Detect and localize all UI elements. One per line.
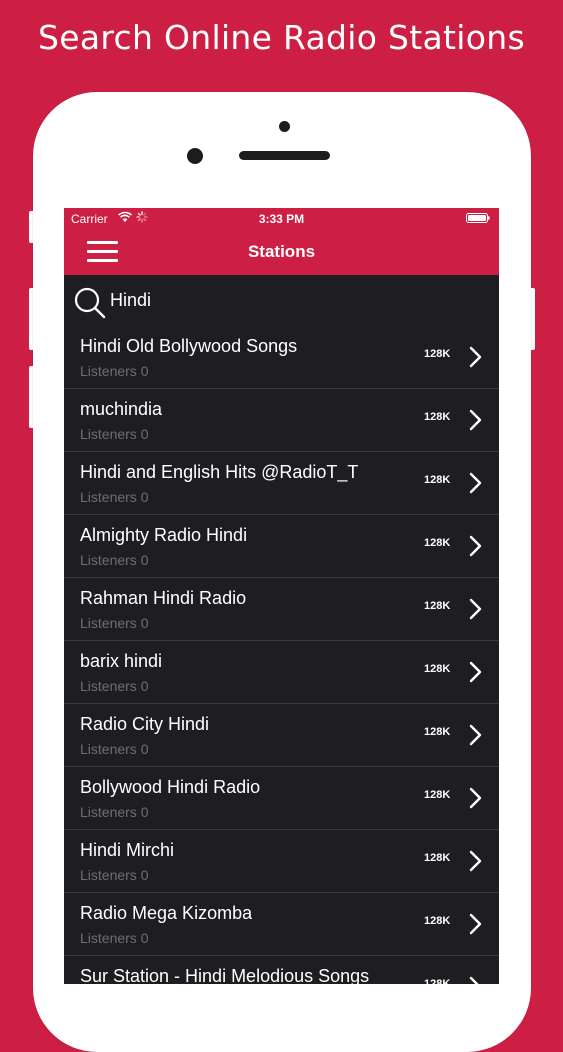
search-bar — [64, 275, 499, 326]
station-name: Hindi Mirchi — [80, 840, 175, 860]
battery-icon — [466, 213, 490, 223]
station-bitrate: 128K — [424, 600, 451, 612]
chevron-right-icon — [469, 346, 482, 368]
station-name: Radio City Hindi — [80, 714, 210, 734]
chevron-right-icon — [469, 724, 482, 746]
status-bar: Carrier 3:33 PM — [64, 208, 499, 230]
chevron-right-icon — [469, 409, 482, 431]
station-name: muchindia — [80, 399, 163, 419]
phone-screen: Carrier 3:33 PM Stations Hindi Hindi Old… — [64, 208, 499, 984]
chevron-right-icon — [469, 472, 482, 494]
station-row[interactable]: Hindi and English Hits @RadioT_T Listener… — [64, 452, 499, 515]
station-bitrate: 128K — [424, 537, 451, 549]
navigation-bar: Stations — [64, 230, 499, 275]
station-bitrate: 128K — [424, 663, 451, 675]
station-bitrate: 128K — [424, 789, 451, 801]
chevron-right-icon — [469, 661, 482, 683]
station-bitrate: 128K — [424, 411, 451, 423]
station-listeners: Listeners 0 — [80, 741, 149, 757]
chevron-right-icon — [469, 787, 482, 809]
station-name: Almighty Radio Hindi — [80, 525, 248, 545]
station-listeners: Listeners 0 — [80, 426, 149, 442]
chevron-right-icon — [469, 976, 479, 984]
proximity-sensor — [187, 148, 203, 164]
search-icon[interactable] — [73, 286, 107, 320]
chevron-right-icon — [469, 598, 482, 620]
page-title: Stations — [247, 242, 316, 261]
station-row[interactable]: Rahman Hindi Radio Listeners 0 128K — [64, 578, 499, 641]
station-listeners: Listeners 0 — [80, 363, 149, 379]
station-listeners: Listeners 0 — [80, 552, 149, 568]
station-name: Hindi and English Hits @RadioT_T — [80, 462, 359, 482]
station-row[interactable]: Almighty Radio Hindi Listeners 0 128K — [64, 515, 499, 578]
chevron-right-icon — [469, 850, 482, 872]
station-row[interactable]: Hindi Old Bollywood Songs Listeners 0 128K — [64, 326, 499, 389]
station-row[interactable]: Radio Mega Kizomba Listeners 0 128K — [64, 893, 499, 956]
station-bitrate: 128K — [424, 915, 451, 927]
station-name: Hindi Old Bollywood Songs — [80, 336, 298, 356]
station-name: Sur Station - Hindi Melodious Songs — [80, 966, 370, 984]
station-name: barix hindi — [80, 651, 163, 671]
station-name: Rahman Hindi Radio — [80, 588, 247, 608]
station-listeners: Listeners 0 — [80, 930, 149, 946]
station-bitrate: 128K — [424, 348, 451, 360]
station-listeners: Listeners 0 — [80, 489, 149, 505]
station-row[interactable]: muchindia Listeners 0 128K — [64, 389, 499, 452]
station-row[interactable]: Sur Station - Hindi Melodious SongsListe… — [64, 956, 499, 984]
station-listeners: Listeners 0 — [80, 678, 149, 694]
earpiece-speaker — [239, 151, 330, 160]
station-name: Radio Mega Kizomba — [80, 903, 253, 923]
station-listeners: Listeners 0 — [80, 804, 149, 820]
station-row[interactable]: barix hindi Listeners 0 128K — [64, 641, 499, 704]
station-row[interactable]: Radio City Hindi Listeners 0 128K — [64, 704, 499, 767]
chevron-right-icon — [469, 535, 482, 557]
station-row[interactable]: Bollywood Hindi Radio Listeners 0 128K — [64, 767, 499, 830]
status-time: 3:33 PM — [258, 212, 305, 226]
station-bitrate: 128K — [424, 978, 451, 984]
station-list: Hindi Old Bollywood Songs Listeners 0 128K… — [64, 326, 499, 984]
station-listeners: Listeners 0 — [80, 615, 149, 631]
station-bitrate: 128K — [424, 726, 451, 738]
promo-headline: Search Online Radio Stations — [38, 18, 525, 57]
station-bitrate: 128K — [424, 852, 451, 864]
station-row[interactable]: Hindi Mirchi Listeners 0 128K — [64, 830, 499, 893]
station-bitrate: 128K — [424, 474, 451, 486]
search-input[interactable] — [110, 288, 480, 312]
chevron-right-icon — [469, 913, 482, 935]
station-listeners: Listeners 0 — [80, 867, 149, 883]
station-name: Bollywood Hindi Radio — [80, 777, 261, 797]
front-camera — [279, 121, 290, 132]
